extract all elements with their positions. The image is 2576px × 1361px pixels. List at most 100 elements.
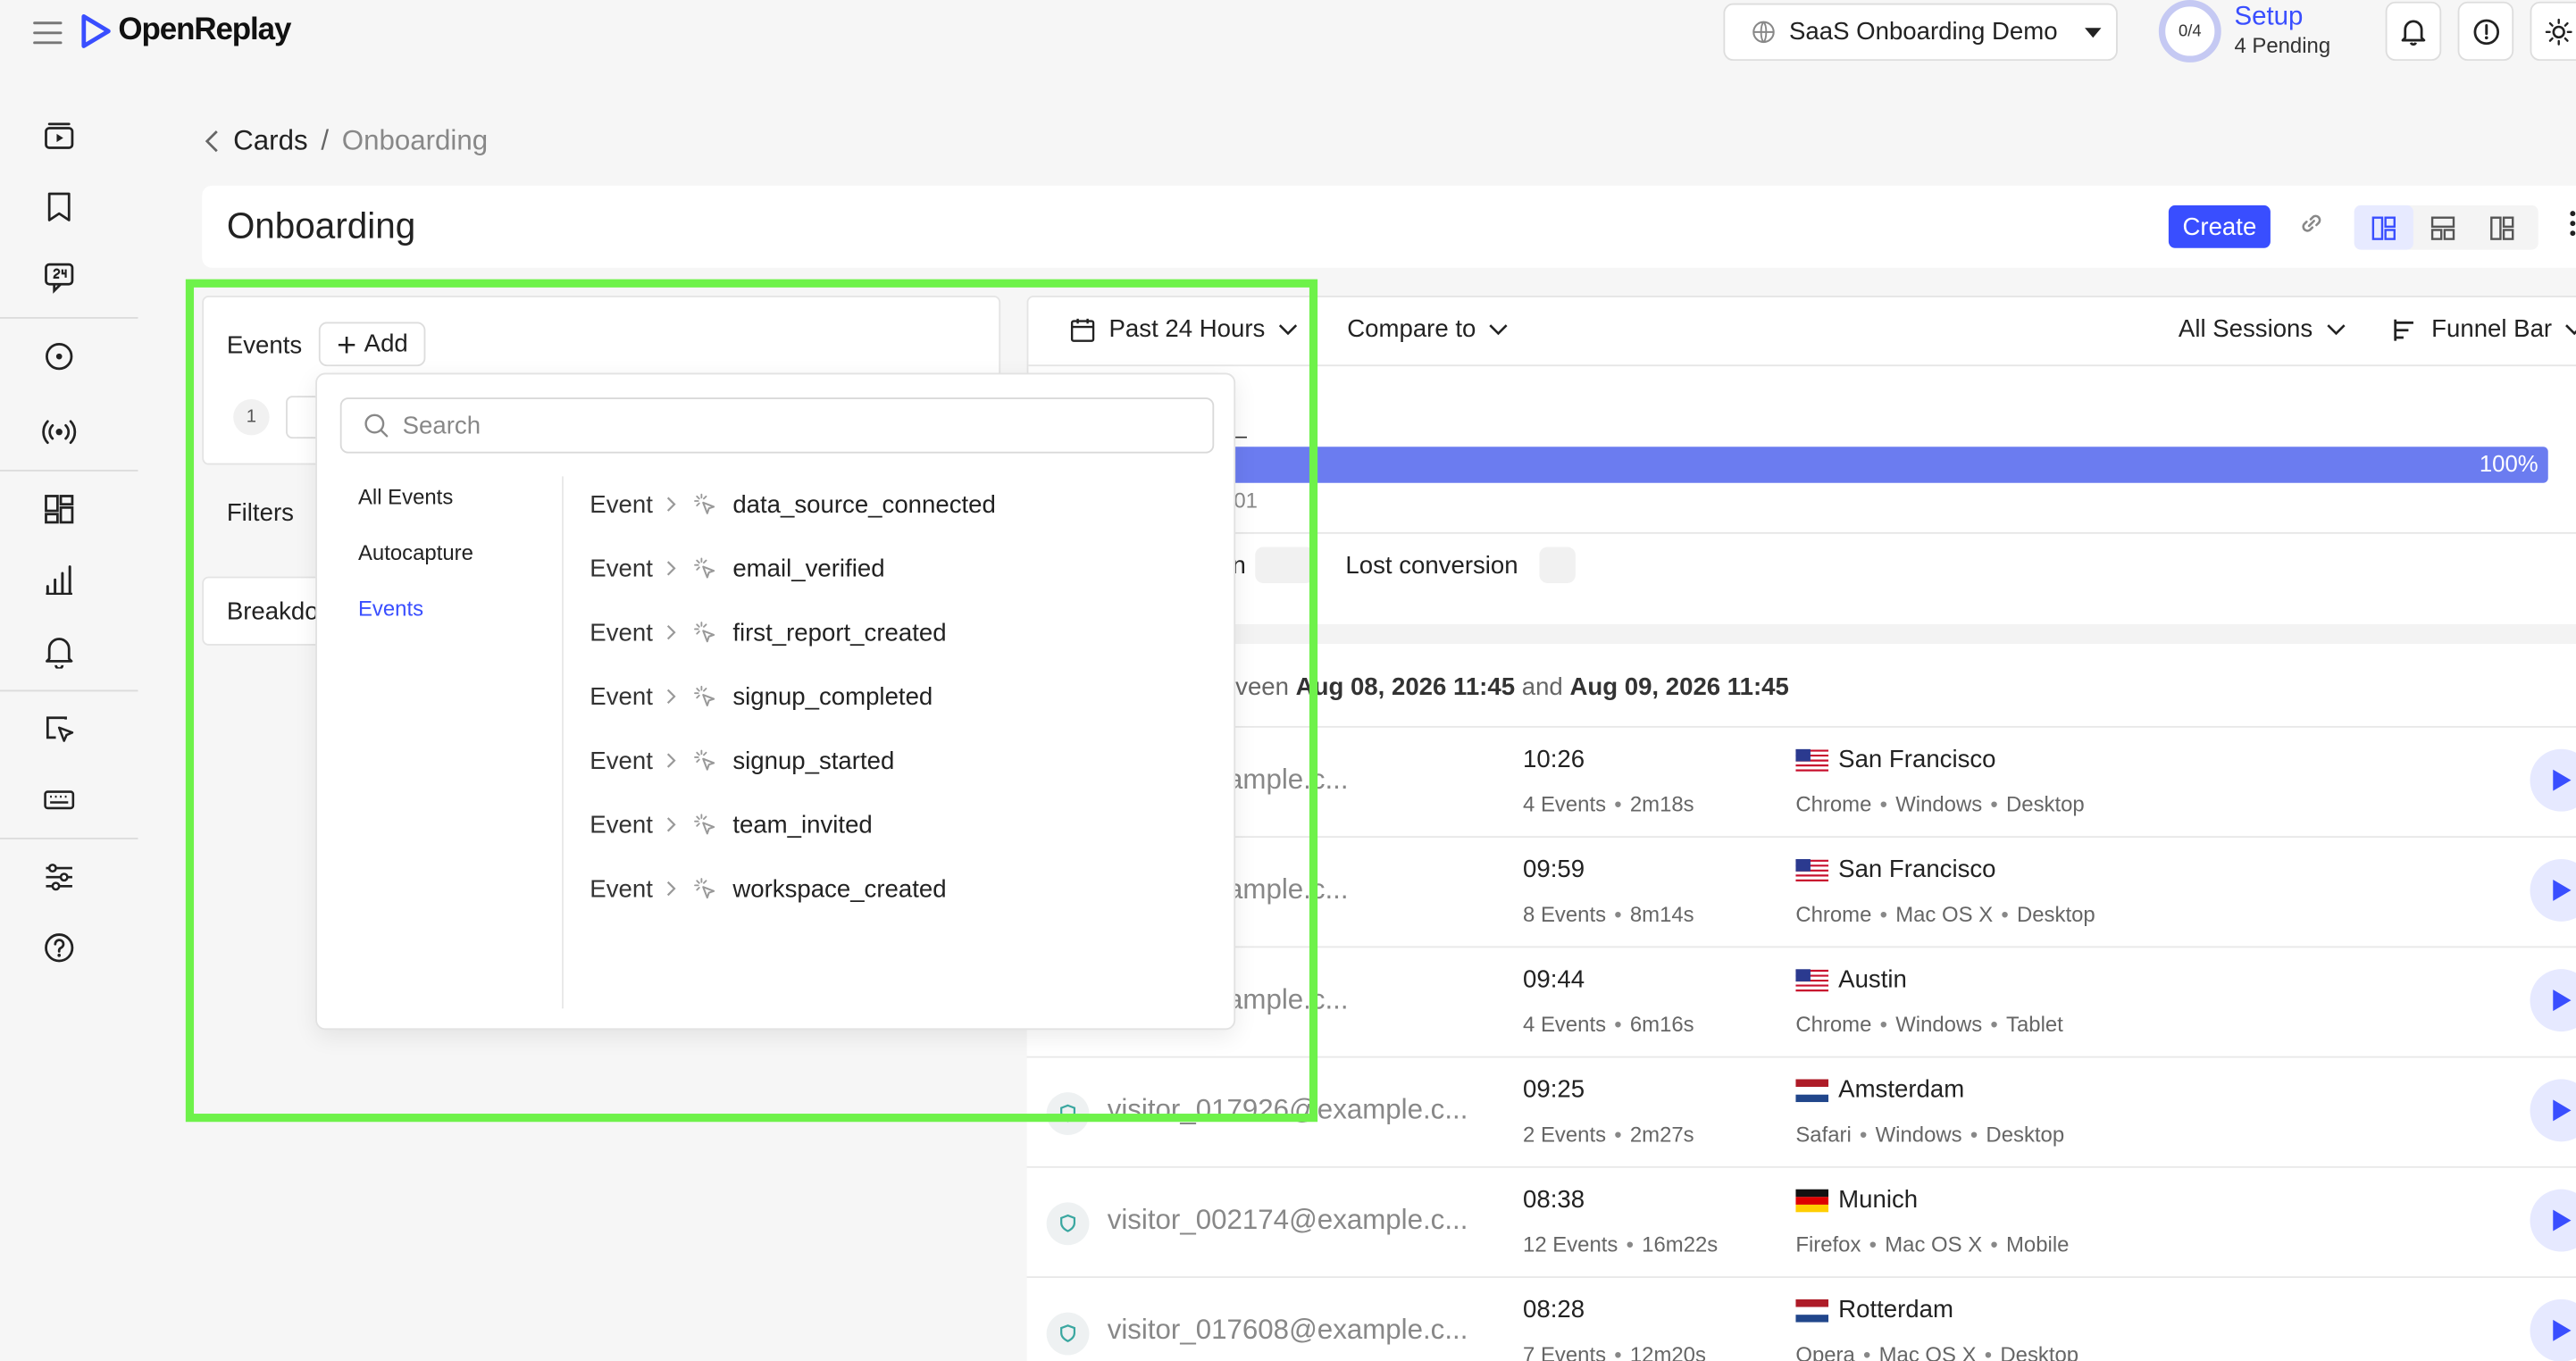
- event-option[interactable]: Event first_report_created: [590, 611, 946, 654]
- chevron-right-icon: [666, 881, 676, 897]
- bookmark-icon[interactable]: [41, 189, 77, 225]
- breadcrumb-cards[interactable]: Cards: [233, 125, 307, 158]
- events-label: Events: [226, 331, 303, 360]
- play-session-button[interactable]: [2530, 1298, 2576, 1361]
- category-all-events[interactable]: All Events: [358, 485, 453, 510]
- theme-toggle-button[interactable]: [2530, 1, 2576, 62]
- link-icon[interactable]: [2296, 209, 2326, 238]
- keyboard-icon[interactable]: [41, 782, 77, 818]
- setup-count: 0/4: [2178, 21, 2202, 41]
- sessions-filter-dropdown[interactable]: All Sessions: [2179, 315, 2346, 343]
- event-option[interactable]: Event email_verified: [590, 547, 884, 589]
- session-row[interactable]: visitor_017926@example.c... 09:25 2 Events…: [1026, 1056, 2576, 1166]
- session-os: Mac OS X: [1895, 901, 1994, 927]
- session-city: Munich: [1838, 1185, 1919, 1215]
- sessions-icon[interactable]: [41, 118, 77, 154]
- play-session-button[interactable]: [2530, 748, 2576, 812]
- cursor-click-icon: [694, 814, 715, 835]
- session-city: San Francisco: [1838, 856, 1996, 884]
- layout-grid-button[interactable]: [2472, 205, 2531, 250]
- logo[interactable]: OpenReplay: [79, 13, 291, 49]
- setup-progress[interactable]: 0/4 Setup 4 Pending: [2158, 0, 2330, 63]
- range-prefix: veen: [1235, 673, 1289, 702]
- layout-columns-icon: [2371, 215, 2396, 239]
- project-selector[interactable]: SaaS Onboarding Demo: [1723, 3, 2118, 62]
- more-vertical-icon[interactable]: [2568, 209, 2576, 238]
- notifications-button[interactable]: [2385, 1, 2442, 62]
- plus-icon: [338, 336, 355, 353]
- session-device: Desktop: [2016, 901, 2095, 927]
- event-option-name: data_source_connected: [732, 490, 996, 519]
- session-location: San Francisco: [1795, 856, 1996, 884]
- session-time: 08:38: [1523, 1185, 1585, 1215]
- help-button[interactable]: [2457, 1, 2514, 62]
- separator-dot: •: [1614, 1012, 1622, 1037]
- event-option[interactable]: Event signup_started: [590, 739, 894, 782]
- recordings-icon[interactable]: [41, 338, 77, 374]
- session-row[interactable]: 4706@example.c...09:444 Events•6m16sAust…: [1026, 946, 2576, 1056]
- view-type-dropdown[interactable]: Funnel Bar: [2392, 315, 2576, 343]
- session-user-email[interactable]: visitor_017608@example.c...: [1108, 1314, 1468, 1347]
- page-title[interactable]: Onboarding: [227, 205, 415, 248]
- session-row[interactable]: visitor_017608@example.c... 08:28 7 Events…: [1026, 1276, 2576, 1361]
- separator-dot: •: [1879, 1012, 1888, 1037]
- session-user-email[interactable]: visitor_002174@example.c...: [1108, 1204, 1468, 1237]
- preferences-icon[interactable]: [41, 859, 77, 895]
- menu-icon[interactable]: [33, 21, 63, 45]
- us-flag-icon: [1795, 968, 1829, 992]
- sun-icon: [2544, 17, 2572, 45]
- category-events[interactable]: Events: [358, 597, 423, 622]
- category-autocapture[interactable]: Autocapture: [358, 540, 473, 565]
- card-header: Onboarding Create: [202, 185, 2576, 268]
- separator-dot: •: [1626, 1232, 1634, 1257]
- funnel-bar[interactable]: 100%: [1028, 447, 2548, 483]
- play-session-button[interactable]: [2530, 858, 2576, 922]
- play-session-button[interactable]: [2530, 969, 2576, 1032]
- session-row[interactable]: visitor_002174@example.c... 08:38 12 Event…: [1026, 1165, 2576, 1277]
- breadcrumb-separator: /: [321, 124, 330, 156]
- play-session-button[interactable]: [2530, 1189, 2576, 1252]
- lost-conversion-label[interactable]: Lost conversion: [1345, 552, 1518, 580]
- app-root: OpenReplay SaaS Onboarding Demo 0/4 Setu…: [0, 0, 2576, 1361]
- layout-rows-button[interactable]: [2413, 205, 2472, 250]
- range-start: Aug 08, 2026 11:45: [1295, 673, 1516, 702]
- session-duration: 12m20s: [1629, 1341, 1706, 1361]
- session-row[interactable]: 5005@example.c...10:264 Events•2m18sSan …: [1026, 725, 2576, 837]
- session-environment: Safari • Windows • Desktop: [1795, 1122, 2064, 1147]
- live-broadcast-icon[interactable]: [41, 414, 77, 450]
- event-option-type: Event: [590, 874, 653, 903]
- session-event-count: 12 Events: [1523, 1232, 1618, 1257]
- event-search-input[interactable]: [402, 411, 1192, 440]
- chevron-right-icon: [666, 624, 676, 640]
- event-option[interactable]: Event signup_completed: [590, 675, 933, 718]
- separator-dot: •: [1614, 1341, 1622, 1361]
- event-option[interactable]: Event data_source_connected: [590, 483, 996, 526]
- cursor-click-icon: [694, 493, 715, 514]
- play-icon: [2553, 769, 2572, 791]
- session-os: Windows: [1895, 1012, 1983, 1037]
- session-row[interactable]: 1698@example.c...09:598 Events•8m14sSan …: [1026, 836, 2576, 947]
- assist-icon[interactable]: [41, 260, 77, 296]
- analytics-icon[interactable]: [41, 562, 77, 597]
- layout-columns-button[interactable]: [2354, 205, 2413, 250]
- event-option[interactable]: Event workspace_created: [590, 867, 946, 910]
- time-range-dropdown[interactable]: Past 24 Hours: [1069, 315, 1298, 343]
- project-name: SaaS Onboarding Demo: [1788, 18, 2058, 46]
- event-option-name: first_report_created: [732, 618, 947, 647]
- alerts-icon[interactable]: [41, 634, 77, 670]
- session-device: Mobile: [2005, 1232, 2070, 1257]
- range-end: Aug 09, 2026 11:45: [1569, 673, 1789, 702]
- session-user-email[interactable]: visitor_017926@example.c...: [1108, 1094, 1468, 1127]
- dashboards-icon[interactable]: [41, 491, 77, 527]
- chevron-left-icon[interactable]: [204, 128, 220, 154]
- help-circle-icon[interactable]: [41, 930, 77, 965]
- session-city: San Francisco: [1838, 746, 1996, 774]
- create-button[interactable]: Create: [2168, 205, 2271, 248]
- spots-icon[interactable]: [41, 711, 77, 747]
- user-avatar-icon: [1046, 1202, 1090, 1246]
- play-session-button[interactable]: [2530, 1079, 2576, 1142]
- event-option[interactable]: Event team_invited: [590, 803, 872, 846]
- compare-dropdown[interactable]: Compare to: [1347, 315, 1509, 343]
- session-environment: Chrome • Mac OS X • Desktop: [1795, 902, 2095, 927]
- add-event-button[interactable]: Add: [318, 321, 426, 367]
